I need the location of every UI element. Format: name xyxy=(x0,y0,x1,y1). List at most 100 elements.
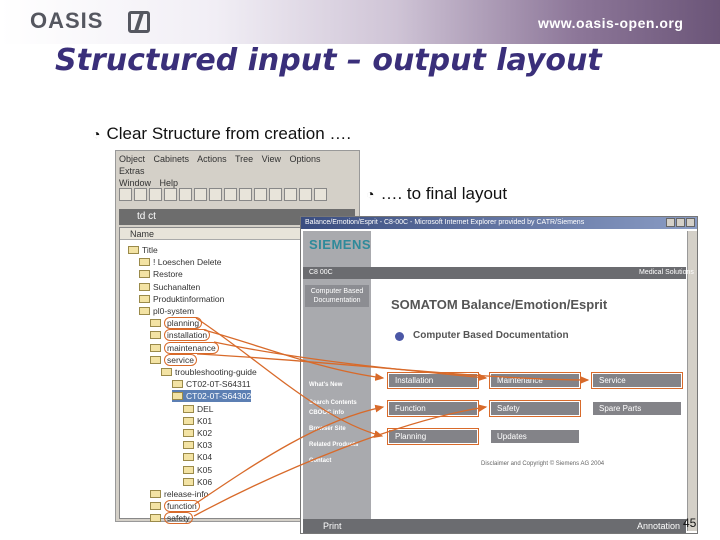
tree-row-label: CT02-0T-S64311 xyxy=(186,379,251,390)
cbd-link[interactable]: Computer Based Documentation xyxy=(305,285,369,307)
tree-row[interactable]: K03 xyxy=(183,439,212,451)
browser-bottombar xyxy=(303,519,686,533)
tree-row[interactable]: Suchanalten xyxy=(139,281,200,293)
folder-icon xyxy=(172,380,183,389)
installation-button[interactable]: Installation xyxy=(387,372,479,389)
tree-row[interactable]: DEL xyxy=(183,403,214,415)
explorer-menu-bar: Object Cabinets Actions Tree View Option… xyxy=(119,153,355,189)
folder-icon xyxy=(139,270,150,279)
tree-row-label: K04 xyxy=(197,452,213,463)
toolbar-button-icon[interactable] xyxy=(209,188,222,201)
maximize-icon[interactable] xyxy=(676,218,685,227)
side-link-browser[interactable]: Browser Site xyxy=(309,425,346,434)
tree-row-label: K06 xyxy=(197,476,213,487)
toolbar-button-icon[interactable] xyxy=(164,188,177,201)
medical-solutions-label: Medical Solutions xyxy=(639,269,694,276)
tree-row[interactable]: pl0-system xyxy=(139,305,194,317)
spare-parts-button[interactable]: Spare Parts xyxy=(593,402,681,415)
tree-row[interactable]: safety xyxy=(150,512,193,525)
folder-icon xyxy=(172,392,183,401)
folder-icon xyxy=(139,282,150,291)
tree-row[interactable]: K05 xyxy=(183,464,212,476)
tree-row-label: safety xyxy=(164,512,193,525)
close-icon[interactable] xyxy=(686,218,695,227)
tree-row[interactable]: CT02-0T-S64302 xyxy=(172,390,252,403)
tree-row[interactable]: Produktinformation xyxy=(139,293,224,305)
tree-row-label: Restore xyxy=(153,269,183,280)
folder-icon xyxy=(139,294,150,303)
tree-row-label: troubleshooting-guide xyxy=(175,367,257,377)
folder-icon xyxy=(183,429,194,437)
planning-button[interactable]: Planning xyxy=(387,428,479,445)
product-title: SOMATOM Balance/Emotion/Esprit xyxy=(391,297,608,312)
folder-icon xyxy=(150,331,161,340)
maintenance-button[interactable]: Maintenance xyxy=(489,372,581,389)
bullet-icon: ◔ xyxy=(366,186,375,202)
toolbar-button-icon[interactable] xyxy=(119,188,132,201)
tree-row[interactable]: K02 xyxy=(183,427,212,439)
tree-row[interactable]: maintenance xyxy=(150,341,219,354)
side-link-contact[interactable]: Contact xyxy=(309,457,331,466)
tree-row-label: CT02-0T-S64302 xyxy=(186,391,252,402)
side-link-whats-new[interactable]: What's New xyxy=(309,381,342,390)
folder-icon xyxy=(183,404,194,413)
menu-item[interactable]: Actions xyxy=(197,154,227,164)
menu-item[interactable]: Extras xyxy=(119,166,145,176)
tree-row[interactable]: function xyxy=(150,500,200,513)
side-link-search[interactable]: Search Contents xyxy=(309,399,357,408)
bullet-icon: ◔ xyxy=(92,126,101,142)
tree-row[interactable]: service xyxy=(150,353,197,366)
menu-item[interactable]: Options xyxy=(290,154,321,164)
updates-button[interactable]: Updates xyxy=(491,430,579,443)
tree-row[interactable]: K01 xyxy=(183,415,212,427)
toolbar-button-icon[interactable] xyxy=(284,188,297,201)
folder-icon xyxy=(150,502,161,511)
menu-item[interactable]: Object xyxy=(119,154,145,164)
toolbar-button-icon[interactable] xyxy=(149,188,162,201)
toolbar-button-icon[interactable] xyxy=(314,188,327,201)
toolbar-button-icon[interactable] xyxy=(224,188,237,201)
tree-row-label: maintenance xyxy=(164,341,219,354)
bullet-final-layout: ◔ …. to final layout xyxy=(366,184,507,204)
tree-row[interactable]: release-info xyxy=(150,488,208,500)
bullet-dot-icon xyxy=(395,332,404,341)
tree-row[interactable]: installation xyxy=(150,329,211,342)
menu-item[interactable]: Tree xyxy=(235,154,253,164)
minimize-icon[interactable] xyxy=(666,218,675,227)
safety-button[interactable]: Safety xyxy=(489,400,581,417)
toolbar-button-icon[interactable] xyxy=(254,188,267,201)
menu-item[interactable]: View xyxy=(262,154,281,164)
oasis-logo-mark-icon xyxy=(128,11,150,33)
explorer-toolbar xyxy=(119,185,355,205)
tree-row[interactable]: Title xyxy=(128,244,158,256)
tree-row[interactable]: CT02-0T-S64311 xyxy=(172,378,251,390)
side-link-related[interactable]: Related Products xyxy=(309,441,358,450)
toolbar-button-icon[interactable] xyxy=(134,188,147,201)
slide-title: Structured input – output layout xyxy=(55,43,602,78)
side-link-info[interactable]: CBOOC info xyxy=(309,409,344,418)
tree-row-label: service xyxy=(164,353,197,366)
folder-icon xyxy=(150,319,161,328)
browser-footer[interactable]: Disclaimer and Copyright © Siemens AG 20… xyxy=(481,461,604,467)
toolbar-button-icon[interactable] xyxy=(239,188,252,201)
toolbar-button-icon[interactable] xyxy=(179,188,192,201)
toolbar-button-icon[interactable] xyxy=(299,188,312,201)
tree-row[interactable]: planning xyxy=(150,317,203,330)
tree-row[interactable]: ! Loeschen Delete xyxy=(139,256,222,268)
tree-row[interactable]: K04 xyxy=(183,451,212,463)
toolbar-button-icon[interactable] xyxy=(194,188,207,201)
tree-row[interactable]: Restore xyxy=(139,268,183,280)
function-button[interactable]: Function xyxy=(387,400,479,417)
section-title: Computer Based Documentation xyxy=(413,330,569,341)
folder-icon xyxy=(183,416,194,425)
folder-icon xyxy=(183,441,194,450)
site-url: www.oasis-open.org xyxy=(538,15,684,31)
tree-row[interactable]: troubleshooting-guide xyxy=(161,366,257,378)
tree-row[interactable]: K06 xyxy=(183,476,212,488)
menu-item[interactable]: Cabinets xyxy=(154,154,190,164)
toolbar-button-icon[interactable] xyxy=(269,188,282,201)
print-button[interactable]: Print xyxy=(323,521,342,531)
annotation-button[interactable]: Annotation xyxy=(637,521,680,531)
service-button[interactable]: Service xyxy=(591,372,683,389)
oasis-logo: OASIS xyxy=(30,8,104,33)
